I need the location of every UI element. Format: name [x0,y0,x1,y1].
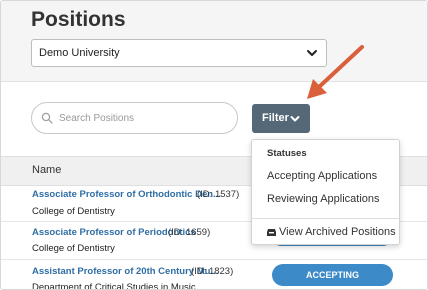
search-input[interactable] [59,110,229,126]
filter-dropdown-menu: Statuses Accepting Applications Reviewin… [251,139,400,245]
menu-item-reviewing[interactable]: Reviewing Applications [267,193,380,205]
position-department: Department of Critical Studies in Music [32,282,196,290]
column-header-name: Name [32,164,62,176]
status-badge[interactable]: ACCEPTING APPLICATIONS [272,264,393,286]
search-box[interactable] [31,102,238,134]
table-row: Assistant Professor of 20th Century Mu..… [1,260,427,290]
position-id: (ID: 1823) [191,266,234,277]
app-frame: Positions Demo University Filter Name As… [0,0,428,290]
position-department: College of Dentistry [32,206,115,217]
page-title: Positions [31,8,126,31]
search-icon [41,112,53,124]
position-id: (ID: 1537) [197,189,240,200]
chevron-down-icon [290,116,300,122]
filter-button[interactable]: Filter [252,104,310,133]
position-id: (ID: 1659) [168,227,211,238]
annotation-arrow-icon [307,45,364,99]
filter-button-label: Filter [262,112,289,124]
dropdown-heading: Statuses [267,148,307,159]
university-select[interactable]: Demo University [31,39,327,67]
archive-icon [267,229,276,236]
position-link[interactable]: Associate Professor of Orthodontic Den..… [32,189,221,200]
position-department: College of Dentistry [32,243,115,254]
menu-item-accepting[interactable]: Accepting Applications [267,170,377,182]
menu-divider [252,218,399,219]
archived-label: View Archived Positions [279,226,396,238]
university-select-value: Demo University [39,47,120,59]
menu-item-archived[interactable]: View Archived Positions [267,226,396,238]
